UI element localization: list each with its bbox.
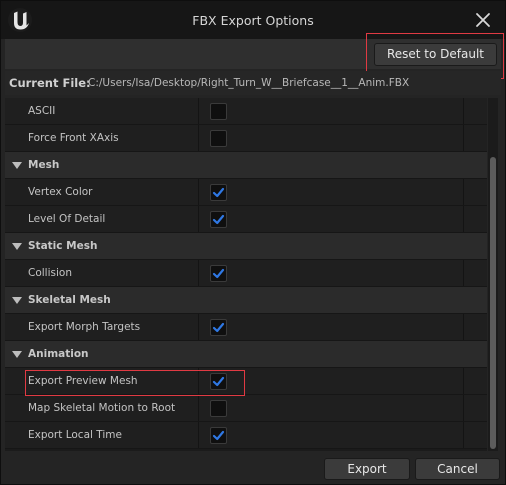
fbx-export-dialog: FBX Export Options Reset to Default Curr… [0, 0, 506, 485]
property-label: ASCII [28, 105, 56, 117]
column-divider [463, 179, 464, 205]
column-divider [198, 260, 199, 286]
column-divider [463, 395, 464, 421]
property-checkbox[interactable] [210, 130, 227, 147]
close-icon[interactable] [473, 10, 493, 30]
property-label: Export Local Time [28, 429, 122, 441]
expand-triangle-icon[interactable] [12, 243, 22, 250]
property-list: ASCII Force Front XAxis Mesh Vertex Color Le… [5, 98, 487, 451]
property-checkbox[interactable] [210, 103, 227, 120]
column-divider [198, 314, 199, 340]
property-checkbox[interactable] [210, 265, 227, 282]
category-label: Mesh [28, 159, 60, 171]
export-preview-mesh-highlight-box [25, 370, 245, 396]
column-divider [198, 206, 199, 232]
reset-to-default-button[interactable]: Reset to Default [374, 43, 497, 66]
category-row[interactable]: Animation [5, 341, 487, 368]
checkmark-icon [212, 430, 225, 441]
cancel-button[interactable]: Cancel [415, 458, 500, 480]
column-divider [463, 98, 464, 124]
property-label: Level Of Detail [28, 213, 106, 225]
export-button[interactable]: Export [324, 458, 410, 480]
property-row: Level Of Detail [5, 206, 487, 233]
property-checkbox[interactable] [210, 319, 227, 336]
column-divider [463, 368, 464, 394]
property-row: ASCII [5, 98, 487, 125]
column-divider [463, 260, 464, 286]
property-checkbox[interactable] [210, 427, 227, 444]
property-row: Vertex Color [5, 179, 487, 206]
checkmark-icon [212, 187, 225, 198]
property-row: Collision [5, 260, 487, 287]
column-divider [198, 125, 199, 151]
property-row: Map Skeletal Motion to Root [5, 395, 487, 422]
category-label: Skeletal Mesh [28, 294, 111, 306]
category-row[interactable]: Static Mesh [5, 233, 487, 260]
property-label: Collision [28, 267, 72, 279]
property-row: Force Front XAxis [5, 125, 487, 152]
property-checkbox[interactable] [210, 184, 227, 201]
current-file-path: C:/Users/Isa/Desktop/Right_Turn_W__Brief… [88, 77, 410, 89]
category-row[interactable]: Skeletal Mesh [5, 287, 487, 314]
column-divider [198, 98, 199, 124]
property-label: Vertex Color [28, 186, 93, 198]
column-divider [198, 422, 199, 448]
property-label: Map Skeletal Motion to Root [28, 402, 176, 414]
property-label: Export Morph Targets [28, 321, 141, 333]
column-divider [198, 179, 199, 205]
property-checkbox[interactable] [210, 211, 227, 228]
property-label: Force Front XAxis [28, 132, 119, 144]
expand-triangle-icon[interactable] [12, 297, 22, 304]
column-divider [463, 206, 464, 232]
category-label: Animation [28, 348, 89, 360]
column-divider [463, 314, 464, 340]
expand-triangle-icon[interactable] [12, 162, 22, 169]
property-row: Export Morph Targets [5, 314, 487, 341]
category-row[interactable]: Mesh [5, 152, 487, 179]
column-divider [463, 422, 464, 448]
checkmark-icon [212, 268, 225, 279]
column-divider [463, 125, 464, 151]
current-file-row: Current File: C:/Users/Isa/Desktop/Right… [5, 71, 501, 95]
expand-triangle-icon[interactable] [12, 351, 22, 358]
property-row: Export Local Time [5, 422, 487, 449]
dialog-title: FBX Export Options [192, 13, 314, 28]
column-divider [198, 395, 199, 421]
current-file-label: Current File: [9, 76, 91, 90]
category-label: Static Mesh [28, 240, 98, 252]
checkmark-icon [212, 214, 225, 225]
scrollbar-thumb[interactable] [490, 157, 496, 449]
checkmark-icon [212, 322, 225, 333]
property-checkbox[interactable] [210, 400, 227, 417]
